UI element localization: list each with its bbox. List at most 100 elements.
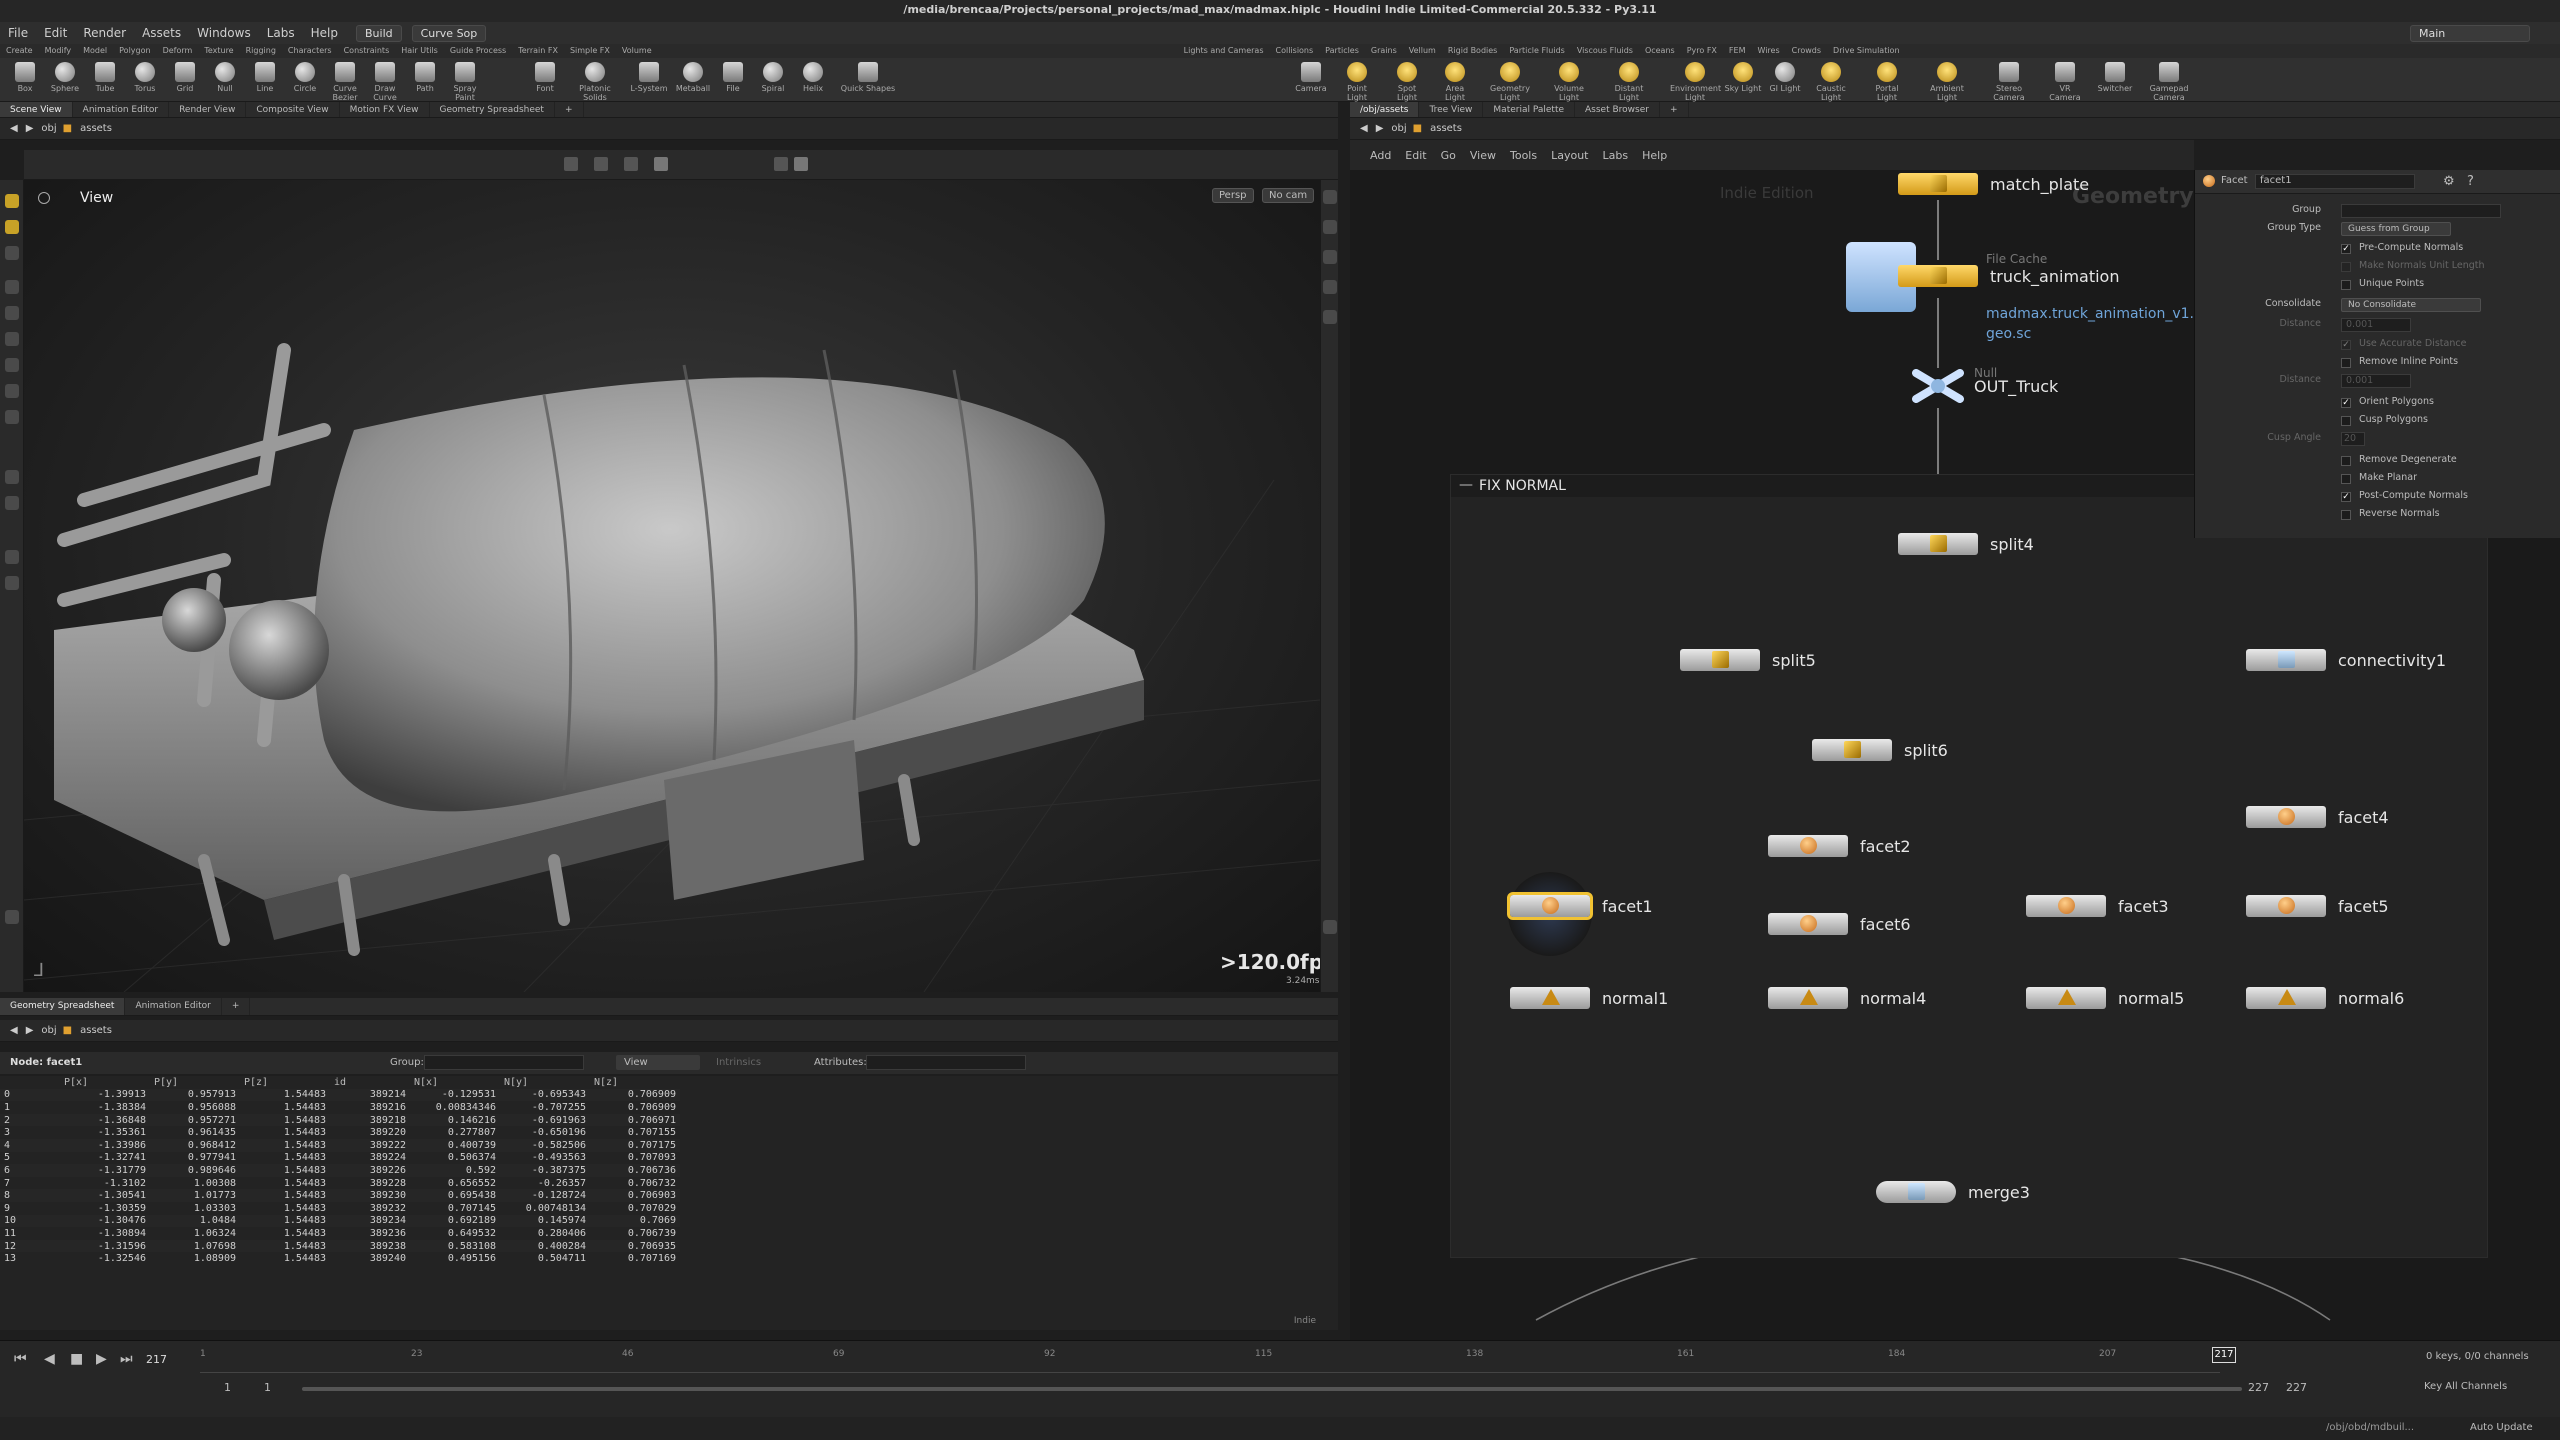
move-tool-icon[interactable] <box>5 220 19 234</box>
tab-geometry-spreadsheet[interactable]: Geometry Spreadsheet <box>430 102 555 117</box>
add-tab-button[interactable]: + <box>555 102 584 117</box>
tool-draw-curve[interactable]: Draw Curve <box>366 62 404 102</box>
node-out-truck[interactable]: Null OUT_Truck <box>1908 366 2058 403</box>
magnet-icon[interactable] <box>5 496 19 510</box>
table-row[interactable]: 1 -1.38384 0.956088 1.54483 389216 0.00834346… <box>0 1101 680 1114</box>
view-menu[interactable]: View <box>616 1055 700 1070</box>
camera-icon[interactable] <box>5 910 19 924</box>
tab-render-view[interactable]: Render View <box>169 102 247 117</box>
tool-volume-light[interactable]: Volume Light <box>1550 62 1588 102</box>
shelf-tab[interactable]: Pyro FX <box>1681 44 1723 58</box>
net-menu-go[interactable]: Go <box>1441 149 1456 162</box>
shelf-tab[interactable]: Rigging <box>240 44 282 58</box>
shelf-tab[interactable]: Crowds <box>1786 44 1827 58</box>
tab-animation-editor-bottom[interactable]: Animation Editor <box>125 998 222 1015</box>
column-header[interactable]: P[x] <box>60 1076 150 1089</box>
make-planar-checkbox[interactable] <box>2341 474 2351 484</box>
range-end-2[interactable]: 227 <box>2286 1381 2307 1394</box>
path-obj[interactable]: obj <box>41 123 56 134</box>
frame-marker[interactable]: 217 <box>2212 1347 2236 1363</box>
shelf-tab[interactable]: FEM <box>1723 44 1752 58</box>
brush-tool-icon[interactable] <box>5 358 19 372</box>
path-assets[interactable]: assets <box>80 123 112 134</box>
step-back-icon[interactable]: ◀ <box>44 1351 55 1367</box>
tool-gi-light[interactable]: GI Light <box>1766 62 1804 93</box>
rotate-tool-icon[interactable] <box>5 246 19 260</box>
tool-null[interactable]: Null <box>206 62 244 93</box>
cusp-polygons-checkbox[interactable] <box>2341 416 2351 426</box>
tool-gamepad-camera[interactable]: Gamepad Camera <box>2146 62 2192 102</box>
unique-points-checkbox[interactable] <box>2341 280 2351 290</box>
tab-animation-editor[interactable]: Animation Editor <box>73 102 170 117</box>
forward-arrow-icon[interactable]: ▶ <box>26 123 34 134</box>
shelf-tab[interactable]: Guide Process <box>444 44 512 58</box>
shelf-tab[interactable]: Oceans <box>1639 44 1681 58</box>
remove-inline-checkbox[interactable] <box>2341 358 2351 368</box>
scale-tool-icon[interactable] <box>5 280 19 294</box>
net-menu-layout[interactable]: Layout <box>1551 149 1588 162</box>
table-row[interactable]: 12 -1.31596 1.07698 1.54483 389238 0.583108 0.… <box>0 1239 680 1253</box>
table-row[interactable]: 4 -1.33986 0.968412 1.54483 389222 0.400739 -0… <box>0 1138 680 1152</box>
menu-assets[interactable]: Assets <box>134 26 189 40</box>
shelf-tab[interactable]: Create <box>0 44 39 58</box>
tool-quick-shapes[interactable]: Quick Shapes <box>840 62 896 93</box>
shelf-tab[interactable]: Characters <box>282 44 338 58</box>
tab-scene-view[interactable]: Scene View <box>0 102 73 117</box>
tool-sphere[interactable]: Sphere <box>46 62 84 93</box>
tool-grid[interactable]: Grid <box>166 62 204 93</box>
shelf-tab[interactable]: Lights and Cameras <box>1178 44 1270 58</box>
remove-degenerate-checkbox[interactable] <box>2341 456 2351 466</box>
shelf-tab[interactable]: Particle Fluids <box>1503 44 1570 58</box>
post-compute-checkbox[interactable]: ✓ <box>2341 492 2351 502</box>
select-tool-icon[interactable] <box>5 194 19 208</box>
collapse-icon[interactable]: — <box>1459 477 1473 493</box>
range-start[interactable]: 1 <box>224 1381 231 1394</box>
back-arrow-icon[interactable]: ◀ <box>10 123 18 134</box>
tool-spot-light[interactable]: Spot Light <box>1388 62 1426 102</box>
main-desktop-selector[interactable]: Main <box>2410 24 2530 42</box>
shelf-tab[interactable]: Grains <box>1365 44 1403 58</box>
node-split6[interactable]: split6 <box>1812 736 1948 764</box>
tool-ambient-light[interactable]: Ambient Light <box>1928 62 1966 102</box>
pose-tool-icon[interactable] <box>5 332 19 346</box>
persp-menu[interactable]: Persp <box>1212 188 1254 203</box>
shelf-tab[interactable]: Drive Simulation <box>1827 44 1905 58</box>
snap-tool-icon[interactable] <box>5 410 19 424</box>
camera-lock-icon[interactable] <box>774 157 788 171</box>
tool-spray-paint[interactable]: Spray Paint <box>446 62 484 102</box>
tool-metaball[interactable]: Metaball <box>674 62 712 93</box>
auto-update-menu[interactable]: Auto Update <box>2470 1422 2533 1433</box>
tool-lsystem[interactable]: L-System <box>630 62 668 93</box>
tool-circle[interactable]: Circle <box>286 62 324 93</box>
tool-area-light[interactable]: Area Light <box>1436 62 1474 102</box>
tool-spiral[interactable]: Spiral <box>754 62 792 93</box>
menu-labs[interactable]: Labs <box>259 26 303 40</box>
shelf-tab[interactable]: Wires <box>1751 44 1785 58</box>
column-header[interactable]: N[x] <box>410 1076 500 1089</box>
table-row[interactable]: 10 -1.30476 1.0484 1.54483 389234 0.692189 0.1… <box>0 1214 680 1228</box>
shelf-tab[interactable]: Polygon <box>113 44 156 58</box>
add-tab-button[interactable]: + <box>222 998 251 1015</box>
table-row[interactable]: 7 -1.3102 1.00308 1.54483 389228 0.656552 -0.2… <box>0 1177 680 1190</box>
view-tool-icon[interactable] <box>594 157 608 171</box>
column-header[interactable]: id <box>330 1076 410 1089</box>
column-header[interactable] <box>0 1076 60 1089</box>
group-field[interactable] <box>424 1055 584 1070</box>
forward-arrow-icon[interactable]: ▶ <box>1376 123 1384 134</box>
forward-arrow-icon[interactable]: ▶ <box>26 1025 34 1036</box>
go-to-start-icon[interactable]: ⏮ <box>14 1351 27 1367</box>
node-match-plate[interactable]: match_plate <box>1898 170 2089 198</box>
tab-asset-browser[interactable]: Asset Browser <box>1575 102 1660 117</box>
tool-helix[interactable]: Helix <box>794 62 832 93</box>
tool-curve-bezier[interactable]: Curve Bezier <box>326 62 364 102</box>
path-obj[interactable]: obj <box>41 1025 56 1036</box>
node-facet2[interactable]: facet2 <box>1768 832 1911 860</box>
tab-material-palette[interactable]: Material Palette <box>1483 102 1576 117</box>
render-region-icon[interactable] <box>5 470 19 484</box>
shelf-tab[interactable]: Simple FX <box>564 44 616 58</box>
net-menu-edit[interactable]: Edit <box>1405 149 1426 162</box>
node-facet5[interactable]: facet5 <box>2246 892 2389 920</box>
lock-icon[interactable] <box>1323 220 1337 234</box>
shelf-tab[interactable]: Volume <box>616 44 658 58</box>
tool-stereo-camera[interactable]: Stereo Camera <box>1990 62 2028 102</box>
